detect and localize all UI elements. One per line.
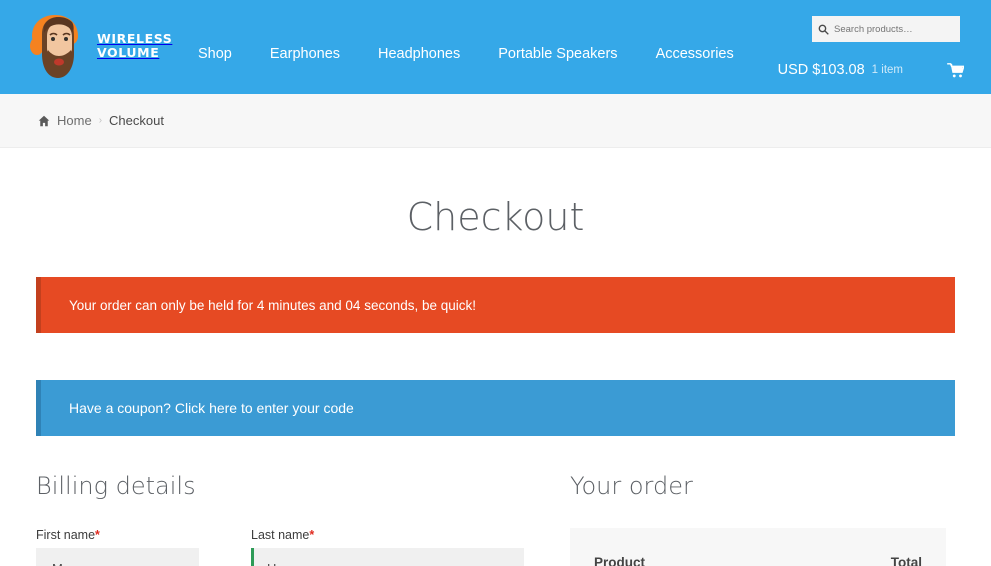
nav-item-shop[interactable]: Shop (198, 46, 232, 62)
site-logo-text: WIRELESS VOLUME (97, 31, 173, 60)
coupon-banner[interactable]: Have a coupon? Click here to enter your … (36, 380, 955, 436)
last-name-label-text: Last name (251, 528, 310, 542)
breadcrumb-item-home[interactable]: Home (57, 113, 92, 128)
billing-details-heading: Billing details (36, 472, 196, 500)
first-name-label: First name* (36, 528, 199, 542)
search-box[interactable] (812, 16, 960, 42)
order-column-product: Product (594, 554, 646, 566)
your-order-section: Your order Product Total (570, 472, 946, 566)
last-name-field-group: Last name* (251, 528, 524, 566)
first-name-label-text: First name (36, 528, 96, 542)
order-hold-alert-message: Your order can only be held for 4 minute… (69, 297, 477, 313)
first-name-input[interactable] (36, 548, 199, 566)
order-table-header-row: Product Total (570, 528, 946, 566)
home-icon[interactable] (38, 115, 50, 127)
coupon-toggle-link[interactable]: Have a coupon? Click here to enter your … (69, 400, 354, 416)
last-name-input[interactable] (251, 548, 524, 566)
nav-item-headphones[interactable]: Headphones (378, 46, 460, 62)
nav-item-accessories[interactable]: Accessories (656, 46, 734, 62)
order-column-total: Total (890, 554, 922, 566)
required-asterisk: * (95, 528, 100, 542)
billing-details-section: Billing details First name* Last name* (36, 472, 526, 566)
cart-item-count: 1 item (871, 64, 903, 76)
page-title: Checkout (406, 195, 585, 239)
nav-item-earphones[interactable]: Earphones (270, 46, 340, 62)
order-hold-alert: Your order can only be held for 4 minute… (36, 277, 955, 333)
your-order-heading: Your order (570, 472, 693, 500)
order-summary-table: Product Total (570, 528, 946, 566)
nav-item-portable-speakers[interactable]: Portable Speakers (498, 46, 617, 62)
cart-total-amount: USD $103.08 (777, 62, 865, 78)
checkout-columns: Billing details First name* Last name* Y… (36, 472, 955, 566)
breadcrumb-item-current: Checkout (109, 113, 164, 128)
first-name-field-group: First name* (36, 528, 199, 566)
search-input[interactable] (834, 23, 954, 35)
shopping-cart-icon[interactable] (947, 62, 964, 78)
breadcrumb: Home › Checkout (0, 94, 991, 148)
cart-summary[interactable]: USD $103.08 1 item (744, 62, 964, 78)
site-logo[interactable]: WIRELESS VOLUME (28, 10, 172, 82)
bearded-man-headphones-logo-icon (30, 15, 78, 78)
site-header: WIRELESS VOLUME Shop Earphones Headphone… (0, 0, 991, 94)
last-name-label: Last name* (251, 528, 524, 542)
search-icon (818, 24, 829, 35)
primary-nav: Shop Earphones Headphones Portable Speak… (198, 46, 734, 62)
breadcrumb-separator: › (98, 115, 103, 126)
name-field-row: First name* Last name* (36, 528, 526, 566)
required-asterisk: * (309, 528, 315, 542)
